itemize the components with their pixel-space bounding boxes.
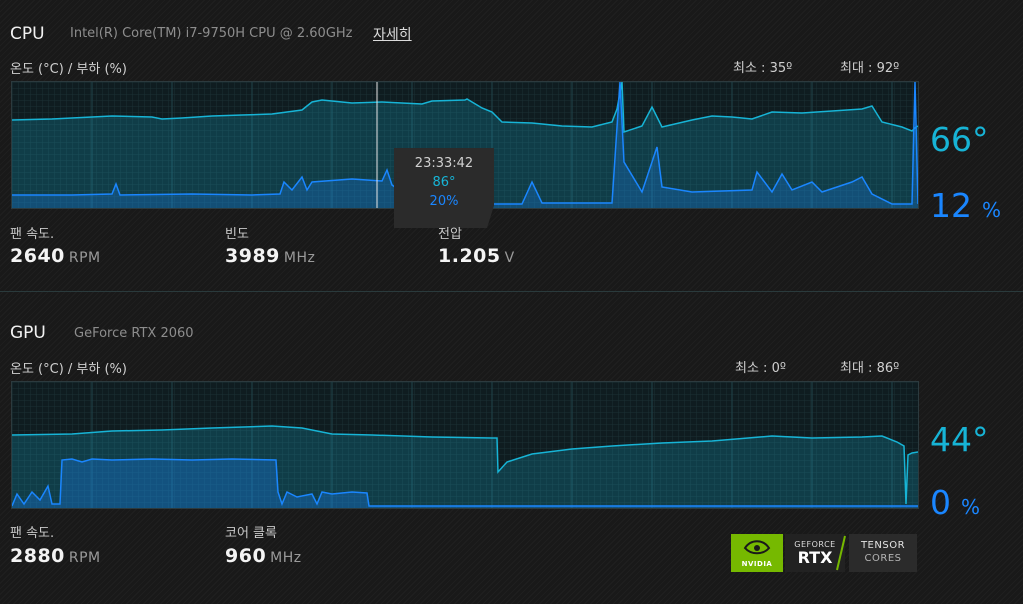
cpu-freq-number: 3989	[225, 245, 280, 267]
cpu-graph-tooltip: 23:33:42 86° 20%	[394, 148, 494, 228]
cpu-min-label: 최소 : 35º	[733, 61, 793, 76]
cores-label: CORES	[864, 553, 902, 564]
cpu-title: CPU	[10, 24, 45, 44]
gpu-name: GeForce RTX 2060	[74, 326, 194, 341]
cpu-axis-label: 온도 (°C) / 부하 (%)	[10, 62, 127, 77]
gpu-current-load: 0%	[930, 483, 980, 522]
cpu-freq-unit: MHz	[283, 250, 316, 266]
gpu-clock-number: 960	[225, 545, 267, 567]
cpu-freq-label: 빈도	[225, 227, 249, 242]
cpu-fan-number: 2640	[10, 245, 65, 267]
cpu-load-unit: %	[982, 198, 1002, 222]
gpu-axis-label: 온도 (°C) / 부하 (%)	[10, 362, 127, 377]
gpu-title: GPU	[10, 323, 46, 343]
gpu-load-unit: %	[961, 495, 981, 519]
badge-slash-icon	[836, 535, 846, 571]
gpu-current-temp: 44°	[930, 420, 989, 459]
cpu-fan-label: 팬 속도.	[10, 227, 55, 242]
gpu-clock-value: 960 MHz	[225, 545, 302, 567]
nvidia-eye-icon	[743, 540, 771, 555]
cpu-freq-value: 3989 MHz	[225, 245, 315, 267]
cpu-max-label: 최대 : 92º	[840, 61, 900, 76]
gpu-min-label: 최소 : 0º	[735, 361, 786, 376]
cpu-current-load: 12%	[930, 186, 1001, 225]
gpu-fan-number: 2880	[10, 545, 65, 567]
tensor-cores-badge: TENSOR CORES	[849, 534, 917, 572]
gpu-graph-svg	[12, 382, 918, 508]
gpu-max-label: 최대 : 86º	[840, 361, 900, 376]
cpu-name: Intel(R) Core(TM) i7-9750H CPU @ 2.60GHz	[70, 26, 353, 41]
gpu-fan-value: 2880 RPM	[10, 545, 101, 567]
cpu-detail-link[interactable]: 자세히	[373, 24, 412, 44]
cpu-load-value: 12	[930, 186, 972, 225]
cpu-voltage-value: 1.205 V	[438, 245, 515, 267]
cpu-current-temp: 66°	[930, 120, 989, 159]
cpu-voltage-unit: V	[504, 250, 515, 266]
nvidia-badge: NVIDIA	[731, 534, 783, 572]
cpu-fan-value: 2640 RPM	[10, 245, 101, 267]
cpu-fan-unit: RPM	[68, 250, 101, 266]
gpu-clock-unit: MHz	[270, 550, 302, 566]
tooltip-load: 20%	[429, 194, 459, 209]
tooltip-time: 23:33:42	[414, 156, 474, 171]
gpu-fan-label: 팬 속도.	[10, 526, 55, 541]
tensor-label: TENSOR	[860, 540, 906, 551]
section-divider	[0, 291, 1023, 292]
gpu-fan-unit: RPM	[68, 550, 101, 566]
cpu-voltage-number: 1.205	[438, 245, 501, 267]
cpu-voltage-label: 전압	[438, 227, 462, 242]
gpu-graph[interactable]	[11, 381, 919, 509]
nvidia-label: NVIDIA	[741, 560, 773, 568]
tooltip-temp: 86°	[432, 175, 456, 190]
gpu-load-value: 0	[930, 483, 951, 522]
gpu-clock-label: 코어 클록	[225, 526, 277, 541]
